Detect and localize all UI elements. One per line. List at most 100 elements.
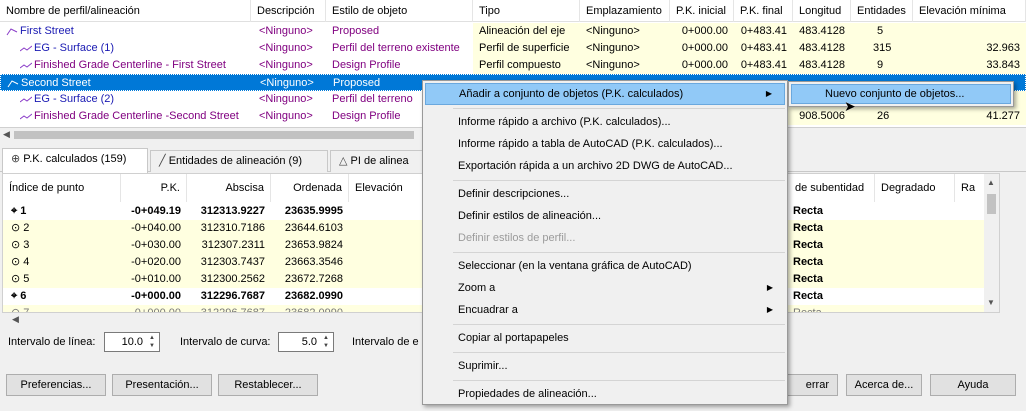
row-entities: 26 xyxy=(851,108,913,125)
col-header-pk-end[interactable]: P.K. final xyxy=(734,0,793,22)
menu-item-zoom-to[interactable]: Zoom a ▶ xyxy=(425,277,785,299)
menu-separator xyxy=(453,352,785,353)
table-row[interactable]: EG - Surface (1) <Ninguno> Perfil del te… xyxy=(0,40,1026,57)
col-header-min-elevation[interactable]: Elevación mínima xyxy=(913,0,1026,22)
menu-item-alignment-properties[interactable]: Propiedades de alineación... xyxy=(425,383,785,405)
row-place: <Ninguno> xyxy=(580,57,670,74)
row-pk-start: 0+000.00 xyxy=(670,57,734,74)
submenu: Nuevo conjunto de objetos... xyxy=(788,81,1014,107)
spinner-icon[interactable]: ▲ ▼ xyxy=(320,334,332,350)
scrollbar-thumb[interactable] xyxy=(14,131,414,139)
row-length: 483.4128 xyxy=(793,23,851,40)
row-pk-start: 0+000.00 xyxy=(670,40,734,57)
tab-crosshair-icon: ⊕ xyxy=(11,153,21,165)
submenu-arrow-icon: ▶ xyxy=(765,89,772,98)
mouse-cursor-icon: ➤ xyxy=(844,98,856,114)
row-pk-end: 0+483.41 xyxy=(734,57,793,74)
scroll-left-icon[interactable]: ◀ xyxy=(3,129,10,140)
line-interval-input[interactable]: 10.0 ▲ ▼ xyxy=(104,332,160,352)
row-name: EG - Surface (1) xyxy=(34,42,115,54)
tab-line-icon: ╱ xyxy=(159,155,166,167)
row-type: Alineación del eje xyxy=(473,23,580,40)
row-desc: <Ninguno> xyxy=(259,93,313,105)
table-row[interactable]: Finished Grade Centerline - First Street… xyxy=(0,57,1026,74)
tab-pk-calculados[interactable]: ⊕ P.K. calculados (159) xyxy=(2,148,148,173)
line-interval-label: Intervalo de línea: xyxy=(8,336,96,348)
row-entities: 315 xyxy=(851,40,913,57)
stations-vertical-scrollbar[interactable]: ▲ ▼ xyxy=(984,174,999,312)
menu-item-add-to-object-set[interactable]: Añadir a conjunto de objetos (P.K. calcu… xyxy=(425,83,785,105)
menu-item-delete[interactable]: Suprimir... xyxy=(425,355,785,377)
row-elev xyxy=(913,23,1026,40)
menu-separator xyxy=(453,252,785,253)
col-header-name[interactable]: Nombre de perfil/alineación xyxy=(0,0,251,22)
col-header-style[interactable]: Estilo de objeto xyxy=(326,0,473,22)
scroll-down-icon[interactable]: ▼ xyxy=(987,298,995,307)
scroll-left-icon[interactable]: ◀ xyxy=(12,314,19,325)
presentation-button[interactable]: Presentación... xyxy=(112,374,212,396)
tab-alignment-entities[interactable]: ╱ Entidades de alineación (9) xyxy=(150,150,328,172)
menu-separator xyxy=(453,380,785,381)
col-header-type[interactable]: Tipo xyxy=(473,0,580,22)
scroll-up-icon[interactable]: ▲ xyxy=(987,178,995,187)
row-desc: <Ninguno> xyxy=(259,59,313,71)
col-header-pk[interactable]: P.K. xyxy=(121,174,187,202)
station-point-icon: ⊙ xyxy=(11,273,21,285)
reset-button[interactable]: Restablecer... xyxy=(218,374,318,396)
row-name: Finished Grade Centerline -Second Street xyxy=(34,110,239,122)
menu-item-export-dwg[interactable]: Exportación rápida a un archivo 2D DWG d… xyxy=(425,155,785,177)
curve-interval-label: Intervalo de curva: xyxy=(180,336,271,348)
menu-item-define-descriptions[interactable]: Definir descripciones... xyxy=(425,183,785,205)
row-length: 908.5006 xyxy=(788,108,851,125)
col-header-description[interactable]: Descripción xyxy=(251,0,326,22)
menu-separator xyxy=(453,324,785,325)
menu-separator xyxy=(453,108,785,109)
menu-item-new-object-set[interactable]: Nuevo conjunto de objetos... xyxy=(791,84,1011,104)
col-header-y[interactable]: Ordenada xyxy=(271,174,349,202)
profile-icon xyxy=(19,94,33,104)
menu-item-copy-to-clipboard[interactable]: Copiar al portapapeles xyxy=(425,327,785,349)
col-header-x[interactable]: Abscisa xyxy=(187,174,271,202)
alignment-icon xyxy=(7,78,19,88)
col-header-point-index[interactable]: Índice de punto xyxy=(3,174,121,202)
tab-alignment-pi[interactable]: △ PI de alinea xyxy=(330,150,430,172)
row-place: <Ninguno> xyxy=(580,23,670,40)
col-header-gradient[interactable]: Degradado xyxy=(875,174,955,202)
context-menu: Añadir a conjunto de objetos (P.K. calcu… xyxy=(422,80,788,405)
row-type: Perfil de superficie xyxy=(473,40,580,57)
menu-item-pan-to[interactable]: Encuadrar a ▶ xyxy=(425,299,785,321)
about-button[interactable]: Acerca de... xyxy=(846,374,922,396)
submenu-arrow-icon: ▶ xyxy=(766,305,773,314)
row-style: Proposed xyxy=(332,25,380,37)
menu-separator xyxy=(453,180,785,181)
profile-icon xyxy=(19,60,33,70)
row-name: Finished Grade Centerline - First Street xyxy=(34,59,226,71)
curve-interval-input[interactable]: 5.0 ▲ ▼ xyxy=(278,332,334,352)
preferences-button[interactable]: Preferencias... xyxy=(6,374,106,396)
col-header-elevation[interactable]: Elevación xyxy=(349,174,425,202)
station-crosshair-icon: ⌖ xyxy=(11,290,18,302)
col-header-subentity[interactable]: de subentidad xyxy=(789,174,875,202)
row-name: EG - Surface (2) xyxy=(34,93,115,105)
row-elev: 41.277 xyxy=(913,108,1026,125)
help-button[interactable]: Ayuda xyxy=(930,374,1016,396)
menu-item-report-to-table[interactable]: Informe rápido a tabla de AutoCAD (P.K. … xyxy=(425,133,785,155)
col-header-placement[interactable]: Emplazamiento xyxy=(580,0,670,22)
menu-item-select-in-viewport[interactable]: Seleccionar (en la ventana gráfica de Au… xyxy=(425,255,785,277)
menu-item-define-alignment-styles[interactable]: Definir estilos de alineación... xyxy=(425,205,785,227)
col-header-length[interactable]: Longitud xyxy=(793,0,851,22)
row-desc: <Ninguno> xyxy=(260,77,314,89)
alignment-icon xyxy=(6,26,18,36)
col-header-entities[interactable]: Entidades xyxy=(851,0,913,22)
row-pk-end: 0+483.41 xyxy=(734,40,793,57)
scrollbar-thumb[interactable] xyxy=(987,194,996,214)
row-length: 483.4128 xyxy=(793,40,851,57)
row-desc: <Ninguno> xyxy=(259,25,313,37)
table-row[interactable]: First Street <Ninguno> Proposed Alineaci… xyxy=(0,23,1026,40)
menu-item-report-to-file[interactable]: Informe rápido a archivo (P.K. calculado… xyxy=(425,111,785,133)
col-header-pk-start[interactable]: P.K. inicial xyxy=(670,0,734,22)
station-point-icon: ⊙ xyxy=(11,239,21,251)
spinner-icon[interactable]: ▲ ▼ xyxy=(146,334,158,350)
row-style: Perfil del terreno xyxy=(332,93,413,105)
station-crosshair-icon: ⌖ xyxy=(11,205,18,217)
